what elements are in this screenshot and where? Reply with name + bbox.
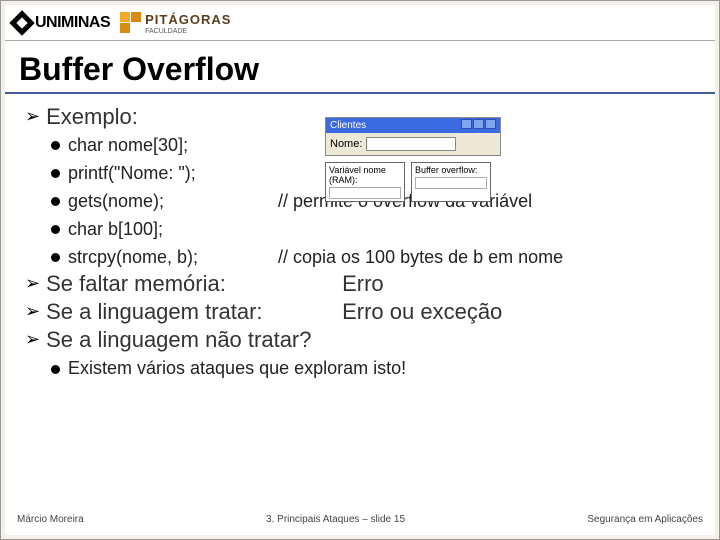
footer-right: Segurança em Aplicações [587,514,703,525]
bullet-result: Erro ou exceção [342,299,502,325]
uniminas-icon [9,10,34,35]
logo-pitagoras: PITÁGORAS FACULDADE [120,11,231,35]
code-comment: // copia os 100 bytes de b em nome [278,244,563,272]
pitagoras-icon [131,12,141,22]
arrow-icon: ➢ [25,104,40,128]
header-logos: UNIMINAS PITÁGORAS FACULDADE [5,5,715,41]
pitagoras-icon [120,12,130,22]
mock-overflow-box: Buffer overflow: [411,162,491,202]
mock-var-box: Variável nome (RAM): [325,162,405,202]
maximize-icon [473,119,484,129]
code-text: char nome[30]; [68,132,188,160]
window-controls [460,119,496,132]
footer-left: Márcio Moreira [17,514,84,525]
arrow-icon: ➢ [25,327,40,351]
bullet-mem: ➢ Se faltar memória: Erro [25,271,695,297]
bullet-icon [51,253,60,262]
arrow-icon: ➢ [25,271,40,295]
bullet-icon [51,169,60,178]
code-text: char b[100]; [68,216,163,244]
footer: Márcio Moreira 3. Principais Ataques – s… [17,514,703,525]
bullet-text: Se a linguagem não tratar? [46,327,311,353]
logo-uniminas: UNIMINAS [13,14,110,32]
mock-row2: Variável nome (RAM): Buffer overflow: [325,162,501,202]
bullet-icon [51,365,60,374]
mock-window: Clientes Nome: [325,117,501,156]
mock-input [366,137,456,151]
mock-field [415,177,487,189]
bullet-attacks: Existem vários ataques que exploram isto… [51,355,695,383]
close-icon [485,119,496,129]
mock-titlebar: Clientes [326,118,500,133]
mock-title: Clientes [330,120,366,131]
mock-label: Nome: [330,138,362,150]
bullet-result: Erro [342,271,384,297]
minimize-icon [461,119,472,129]
bullet-text: Exemplo: [46,104,138,130]
bullet-icon [51,197,60,206]
code-text: strcpy(nome, b); [68,244,278,272]
slide-title: Buffer Overflow [5,41,715,94]
mock-box-label: Buffer overflow: [415,165,477,175]
bullet-text: Se faltar memória: [46,271,342,297]
pitagoras-text: PITÁGORAS [145,12,231,27]
code-line: strcpy(nome, b); // copia os 100 bytes d… [51,244,695,272]
pitagoras-icon [120,23,130,33]
mock-box-label: Variável nome (RAM): [329,165,386,185]
footer-center: 3. Principais Ataques – slide 15 [266,514,405,525]
bullet-icon [51,141,60,150]
illustration: Clientes Nome: Variável nome (RAM): Buff… [325,117,501,223]
code-text: printf("Nome: "); [68,160,196,188]
bullet-text: Se a linguagem tratar: [46,299,342,325]
bullet-lang-treat: ➢ Se a linguagem tratar: Erro ou exceção [25,299,695,325]
mock-body: Nome: [326,133,500,155]
bullet-text: Existem vários ataques que exploram isto… [68,355,406,383]
bullet-icon [51,225,60,234]
code-text: gets(nome); [68,188,278,216]
arrow-icon: ➢ [25,299,40,323]
uniminas-text: UNIMINAS [35,14,110,32]
bullet-lang-notreat: ➢ Se a linguagem não tratar? [25,327,695,353]
pitagoras-sub: FACULDADE [145,29,231,35]
mock-field [329,187,401,199]
slide: UNIMINAS PITÁGORAS FACULDADE Buffer Over… [5,5,715,535]
